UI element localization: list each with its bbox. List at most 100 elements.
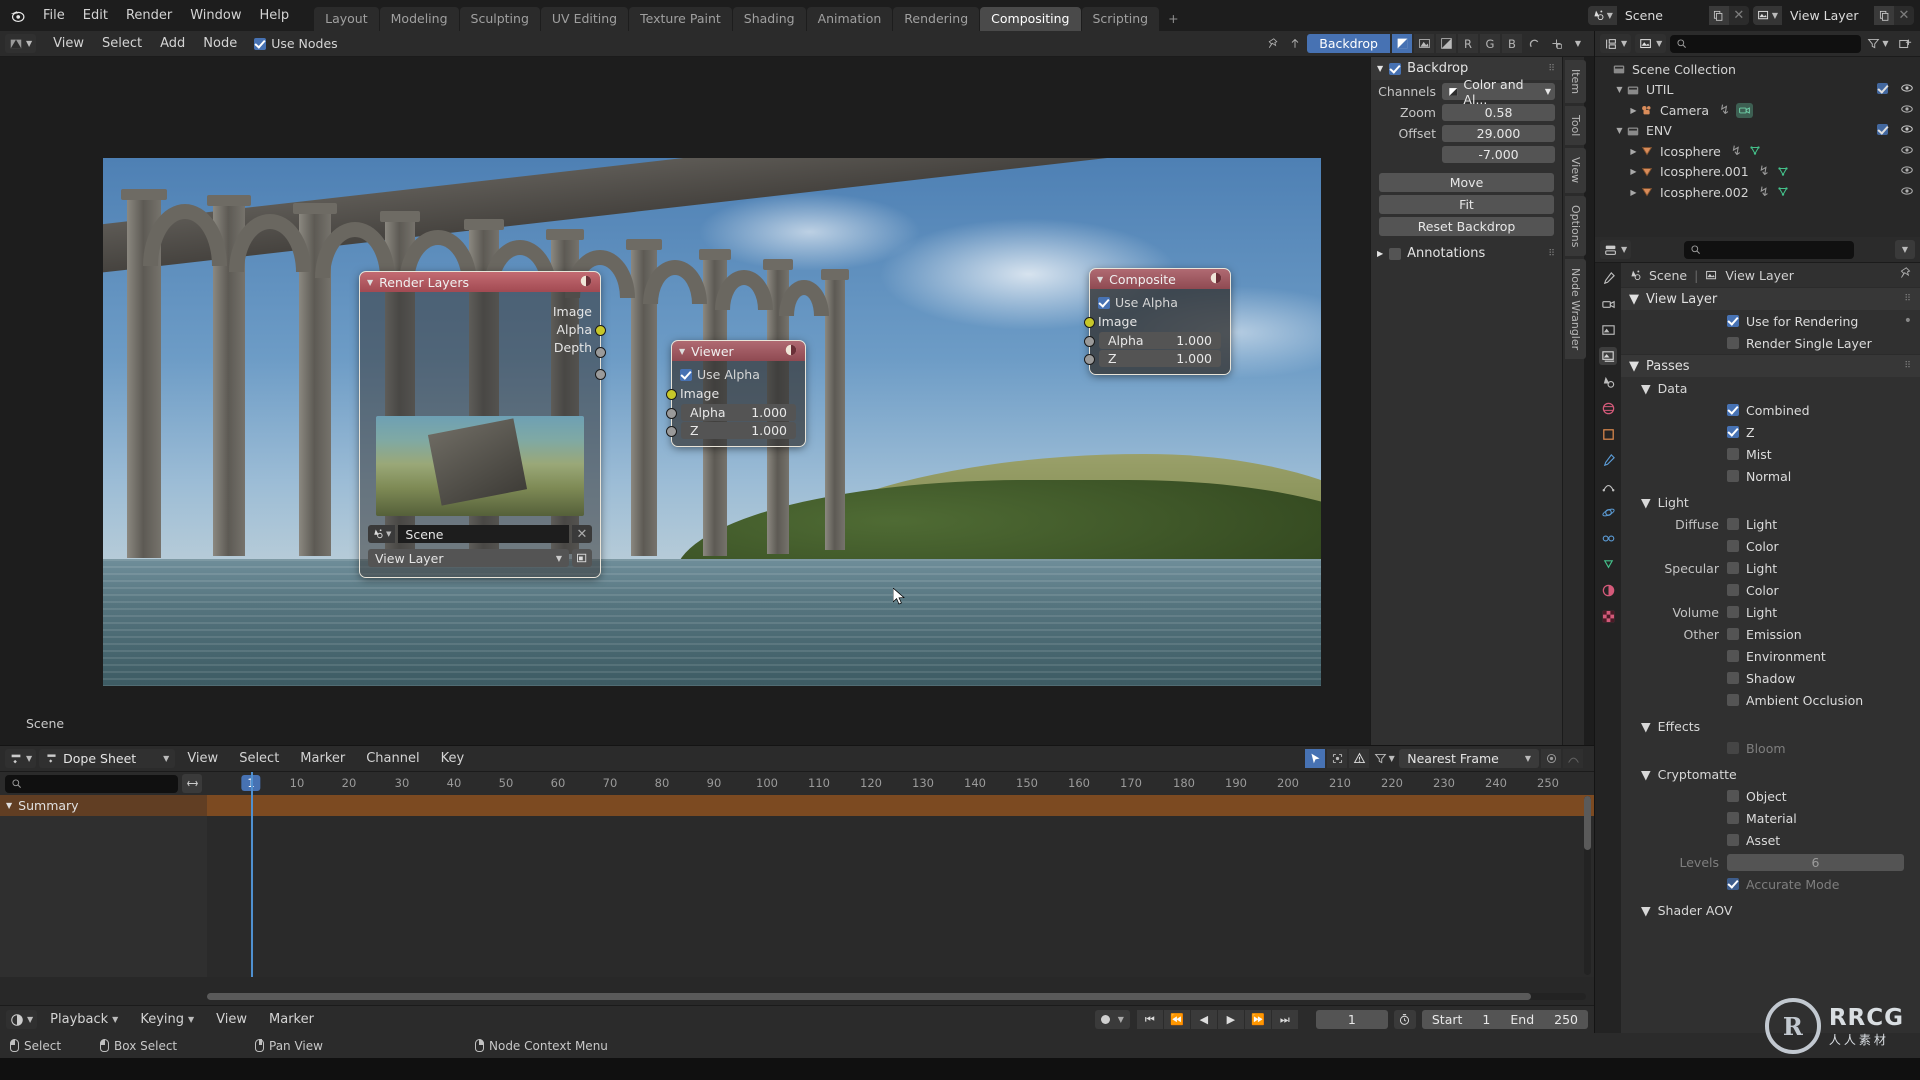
workspace-tab-compositing[interactable]: Compositing bbox=[980, 7, 1081, 31]
tab-world-icon[interactable] bbox=[1599, 399, 1617, 417]
subsection-effects-header[interactable]: ▼ Effects bbox=[1621, 715, 1920, 737]
collapse-triangle-icon[interactable]: ▼ bbox=[1629, 292, 1639, 307]
light-specular-light-checkbox[interactable]: Light bbox=[1727, 561, 1777, 576]
falloff-icon[interactable] bbox=[1563, 749, 1583, 768]
dope-editor-type-button[interactable]: ▼ bbox=[5, 749, 37, 768]
collapse-triangle-icon[interactable]: ▼ bbox=[1641, 903, 1651, 918]
composite-use-alpha-checkbox[interactable]: Use Alpha bbox=[1090, 293, 1186, 312]
workspace-tab-modeling[interactable]: Modeling bbox=[379, 7, 459, 31]
scene-datablock-icon[interactable]: ▼ bbox=[368, 525, 396, 543]
expand-triangle-icon[interactable]: ▶ bbox=[1627, 106, 1640, 115]
breadcrumb-scene-label[interactable]: Scene bbox=[1649, 268, 1687, 283]
collapse-triangle-icon[interactable]: ▼ bbox=[1641, 495, 1651, 510]
socket-alpha-input[interactable] bbox=[666, 407, 677, 419]
eye-icon[interactable] bbox=[1900, 81, 1914, 98]
pass-mist-checkbox[interactable]: Mist bbox=[1727, 447, 1772, 462]
crypto-levels-field[interactable]: 6 bbox=[1727, 853, 1904, 871]
node-composite-header[interactable]: ▼ Composite bbox=[1090, 269, 1230, 289]
pass-normal-checkbox[interactable]: Normal bbox=[1727, 469, 1791, 484]
section-view-layer-header[interactable]: ▼ View Layer ⠿ bbox=[1621, 287, 1920, 310]
light-diffuse-light-checkbox[interactable]: Light bbox=[1727, 517, 1777, 532]
node-scene-field[interactable]: Scene bbox=[398, 525, 569, 543]
start-value[interactable]: 1 bbox=[1472, 1012, 1500, 1027]
mesh-data-icon[interactable] bbox=[1776, 185, 1790, 199]
workspace-tab-sculpting[interactable]: Sculpting bbox=[459, 7, 540, 31]
tab-object-icon[interactable] bbox=[1599, 425, 1617, 443]
scrollbar-thumb[interactable] bbox=[1584, 796, 1591, 850]
offset-x-field[interactable]: 29.000 bbox=[1442, 125, 1555, 142]
crypto-asset-checkbox[interactable]: Asset bbox=[1727, 833, 1780, 848]
new-scene-button[interactable] bbox=[1708, 6, 1729, 25]
animate-property-dot[interactable]: • bbox=[1904, 313, 1912, 329]
add-workspace-button[interactable]: + bbox=[1160, 7, 1186, 31]
panel-drag-handle[interactable]: ⠿ bbox=[1548, 249, 1556, 259]
snap-target-icon[interactable] bbox=[1546, 34, 1566, 53]
crypto-accurate-mode-checkbox[interactable]: Accurate Mode bbox=[1727, 877, 1839, 892]
expand-triangle-icon[interactable]: ▼ bbox=[1613, 85, 1626, 94]
tab-constraints-icon[interactable] bbox=[1599, 529, 1617, 547]
backdrop-move-button[interactable]: Move bbox=[1379, 173, 1554, 192]
pass-z-checkbox[interactable]: Z bbox=[1727, 425, 1755, 440]
light-other-emission-checkbox[interactable]: Emission bbox=[1727, 627, 1802, 642]
dope-menu-view[interactable]: View bbox=[178, 748, 227, 769]
play-reverse-button[interactable]: ◀ bbox=[1190, 1010, 1217, 1029]
node-viewer-header[interactable]: ▼ Viewer bbox=[672, 341, 805, 361]
socket-image-output[interactable] bbox=[595, 325, 606, 336]
use-for-rendering-checkbox[interactable]: Use for Rendering bbox=[1727, 314, 1858, 329]
collapse-triangle-icon[interactable]: ▼ bbox=[1641, 719, 1651, 734]
properties-editor-type-button[interactable]: ▼ bbox=[1600, 240, 1632, 259]
editor-type-selector[interactable]: ▼ bbox=[5, 34, 37, 53]
sidebar-tab-options[interactable]: Options bbox=[1565, 195, 1586, 256]
channel-r-button[interactable]: R bbox=[1458, 34, 1478, 53]
subsection-light-header[interactable]: ▼ Light bbox=[1621, 491, 1920, 513]
timeline-menu-keying[interactable]: Keying ▼ bbox=[131, 1009, 203, 1030]
show-hidden-icon[interactable] bbox=[1327, 749, 1348, 768]
subsection-shader-aov-header[interactable]: ▼ Shader AOV bbox=[1621, 899, 1920, 921]
outliner-row-util[interactable]: ▼ UTIL bbox=[1595, 80, 1920, 101]
mesh-data-icon[interactable] bbox=[1776, 165, 1790, 179]
socket-alpha-output[interactable] bbox=[595, 347, 606, 358]
workspace-tab-shading[interactable]: Shading bbox=[732, 7, 806, 31]
outliner-display-mode-button[interactable]: ▼ bbox=[1635, 34, 1667, 53]
dope-menu-marker[interactable]: Marker bbox=[291, 748, 354, 769]
properties-search-input[interactable] bbox=[1684, 240, 1855, 259]
render-single-layer-checkbox[interactable]: Render Single Layer bbox=[1727, 336, 1872, 351]
tab-modifiers-icon[interactable] bbox=[1599, 451, 1617, 469]
panel-expand-icon[interactable]: ▶ bbox=[1377, 249, 1383, 258]
pass-combined-checkbox[interactable]: Combined bbox=[1727, 403, 1810, 418]
panel-drag-handle[interactable]: ⠿ bbox=[1904, 294, 1912, 304]
use-preview-range-icon[interactable] bbox=[1393, 1010, 1416, 1029]
play-button[interactable]: ▶ bbox=[1217, 1010, 1244, 1029]
menu-edit[interactable]: Edit bbox=[74, 5, 117, 26]
panel-drag-handle[interactable]: ⠿ bbox=[1904, 361, 1912, 371]
outliner-search-input[interactable] bbox=[1670, 34, 1861, 53]
collection-exclude-checkbox[interactable] bbox=[1877, 82, 1888, 97]
timeline-menu-view[interactable]: View bbox=[207, 1009, 256, 1030]
outliner-row-icosphere[interactable]: ▶ Icosphere ↯ bbox=[1595, 141, 1920, 162]
node-composite[interactable]: ▼ Composite Use Alpha Image Alpha 1.000 … bbox=[1084, 268, 1231, 375]
crypto-material-checkbox[interactable]: Material bbox=[1727, 811, 1797, 826]
backdrop-toggle-button[interactable]: Backdrop bbox=[1307, 34, 1390, 53]
sidebar-tab-tool[interactable]: Tool bbox=[1565, 106, 1586, 146]
outliner-row-env[interactable]: ▼ ENV bbox=[1595, 121, 1920, 142]
node-viewer[interactable]: ▼ Viewer Use Alpha Image Alpha 1.000 Z 1… bbox=[666, 340, 806, 447]
annotations-enable-checkbox[interactable] bbox=[1389, 247, 1402, 260]
current-frame-field[interactable]: 1 bbox=[1315, 1010, 1388, 1029]
expand-triangle-icon[interactable]: ▼ bbox=[6, 801, 12, 810]
light-diffuse-color-checkbox[interactable]: Color bbox=[1727, 539, 1779, 554]
expand-channels-icon[interactable] bbox=[182, 774, 202, 793]
timeline-menu-marker[interactable]: Marker bbox=[260, 1009, 323, 1030]
light-specular-color-checkbox[interactable]: Color bbox=[1727, 583, 1779, 598]
pin-icon[interactable] bbox=[1899, 267, 1912, 283]
collapse-triangle-icon[interactable]: ▼ bbox=[1097, 275, 1103, 284]
dope-search-input[interactable] bbox=[5, 774, 178, 793]
collapse-triangle-icon[interactable]: ▼ bbox=[367, 278, 373, 287]
outliner-row-camera[interactable]: ▶ Camera ↯ bbox=[1595, 100, 1920, 121]
use-nodes-checkbox[interactable]: Use Nodes bbox=[254, 36, 338, 51]
ne-menu-node[interactable]: Node bbox=[194, 33, 246, 54]
timeline-menu-playback[interactable]: Playback ▼ bbox=[41, 1009, 127, 1030]
viewer-z-field[interactable]: Z 1.000 bbox=[681, 421, 796, 439]
node-scene-clear-button[interactable]: ✕ bbox=[572, 525, 592, 543]
expand-triangle-icon[interactable]: ▶ bbox=[1627, 188, 1640, 197]
light-other-shadow-checkbox[interactable]: Shadow bbox=[1727, 671, 1795, 686]
